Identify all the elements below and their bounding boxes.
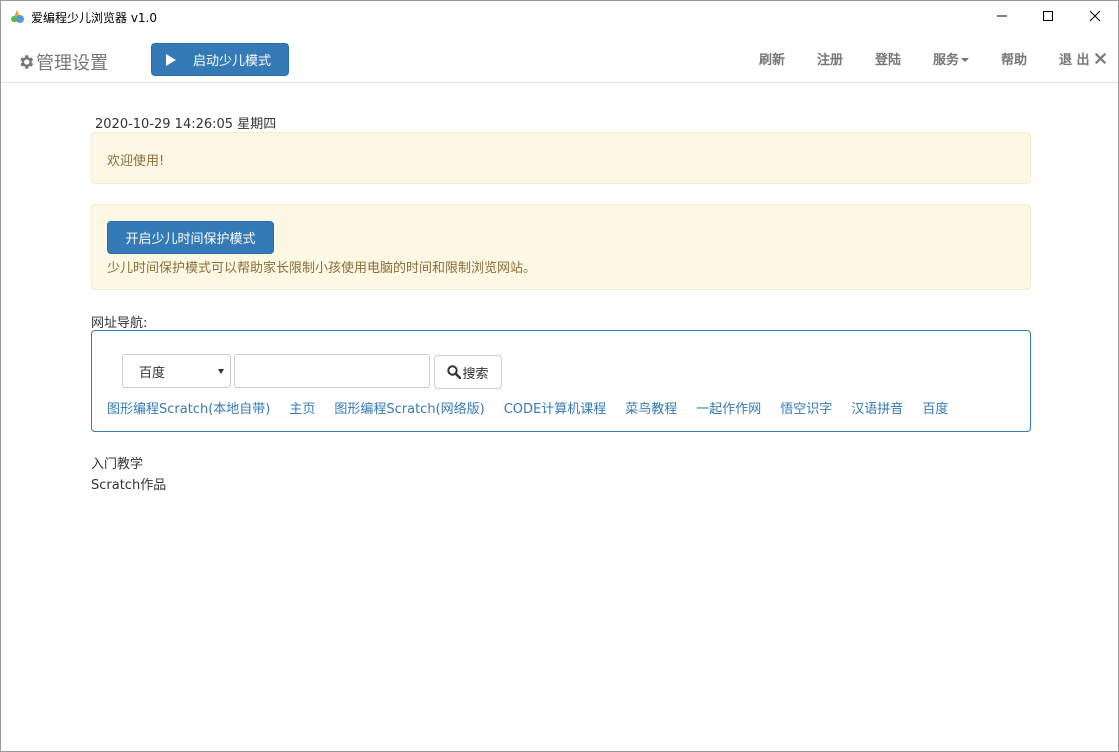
link-runoob[interactable]: 菜鸟教程	[625, 398, 677, 417]
link-code-course[interactable]: CODE计算机课程	[504, 398, 607, 417]
search-button-label: 搜索	[462, 366, 489, 382]
section-scratch-works[interactable]: Scratch作品	[91, 474, 166, 493]
maximize-icon	[1043, 11, 1053, 21]
nav-refresh[interactable]: 刷新	[759, 49, 785, 68]
gear-icon	[20, 55, 34, 69]
search-input[interactable]	[234, 354, 430, 388]
minimize-icon	[997, 15, 1007, 17]
link-baidu[interactable]: 百度	[922, 398, 948, 417]
start-kids-mode-button[interactable]: 启动少儿模式	[151, 43, 289, 76]
url-navigation-title: 网址导航:	[91, 316, 148, 331]
protect-mode-description: 少儿时间保护模式可以帮助家长限制小孩使用电脑的时间和限制浏览网站。	[107, 261, 537, 276]
nav-service-dropdown[interactable]: 服务	[933, 49, 970, 68]
current-datetime: 2020-10-29 14:26:05 星期四	[95, 117, 277, 132]
navbar: 管理设置 启动少儿模式 刷新 注册 登陆 服务 帮助 退 出	[1, 33, 1118, 83]
search-icon	[447, 365, 462, 379]
caret-down-icon	[961, 57, 970, 62]
link-wukong[interactable]: 悟空识字	[780, 398, 832, 417]
close-x-icon	[1094, 53, 1106, 64]
close-icon	[1089, 10, 1101, 22]
nav-login[interactable]: 登陆	[875, 49, 901, 68]
nav-register[interactable]: 注册	[817, 49, 843, 68]
maximize-button[interactable]	[1025, 1, 1071, 31]
nav-exit-label: 退 出	[1059, 53, 1090, 68]
quick-links: 图形编程Scratch(本地自带) 主页 图形编程Scratch(网络版) CO…	[107, 398, 967, 417]
settings-brand[interactable]: 管理设置	[17, 49, 108, 75]
search-engine-value: 百度	[139, 365, 166, 381]
play-icon	[166, 53, 176, 66]
search-button[interactable]: 搜索	[434, 355, 502, 389]
enable-time-protection-button[interactable]: 开启少儿时间保护模式	[107, 221, 274, 254]
nav-service-label: 服务	[933, 53, 960, 68]
link-together[interactable]: 一起作作网	[696, 398, 761, 417]
start-kids-mode-label: 启动少儿模式	[193, 54, 272, 69]
nav-exit[interactable]: 退 出	[1059, 49, 1106, 68]
title-bar: 爱编程少儿浏览器 v1.0	[1, 1, 1118, 33]
welcome-alert: 欢迎使用!	[91, 132, 1031, 184]
select-caret-icon	[218, 369, 224, 374]
url-navigation-panel: 百度 搜索 图形编程Scratch(本地自带) 主页 图形编程Scratch(网…	[91, 330, 1031, 432]
close-button[interactable]	[1072, 1, 1118, 31]
search-engine-select[interactable]: 百度	[122, 354, 231, 388]
brand-label: 管理设置	[36, 53, 108, 74]
welcome-text: 欢迎使用!	[107, 154, 165, 169]
app-logo-icon	[11, 10, 24, 23]
link-home[interactable]: 主页	[289, 398, 315, 417]
minimize-button[interactable]	[979, 1, 1025, 31]
section-intro-tutorial[interactable]: 入门教学	[91, 453, 143, 472]
link-pinyin[interactable]: 汉语拼音	[851, 398, 903, 417]
link-scratch-local[interactable]: 图形编程Scratch(本地自带)	[107, 398, 270, 417]
protect-mode-alert: 开启少儿时间保护模式 少儿时间保护模式可以帮助家长限制小孩使用电脑的时间和限制浏…	[91, 204, 1031, 290]
nav-help[interactable]: 帮助	[1001, 49, 1027, 68]
window-title: 爱编程少儿浏览器 v1.0	[31, 11, 158, 25]
link-scratch-online[interactable]: 图形编程Scratch(网络版)	[334, 398, 484, 417]
